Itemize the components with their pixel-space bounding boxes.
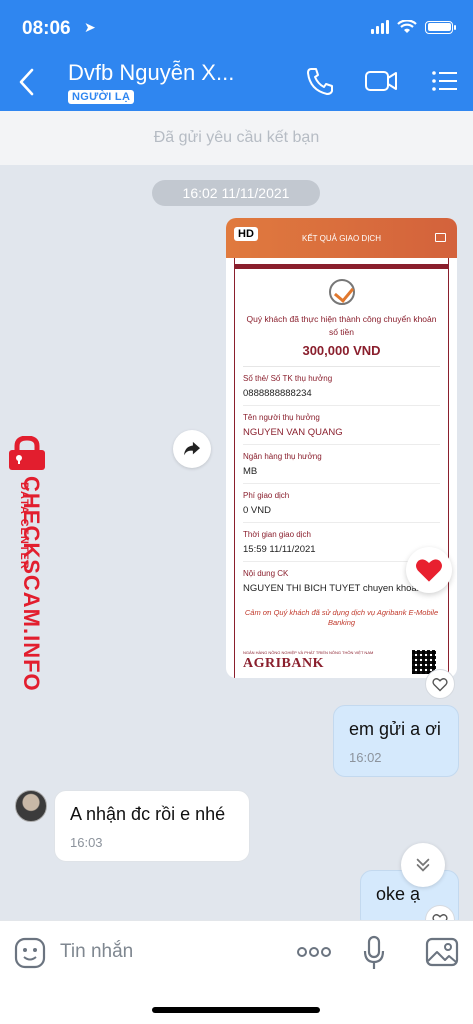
receipt-field: Tên người thụ hưởng NGUYEN VAN QUANG bbox=[243, 406, 440, 445]
receipt-title: KẾT QUẢ GIAO DỊCH bbox=[302, 233, 381, 243]
field-value: 0 VND bbox=[243, 505, 271, 516]
message-text: oke ạ bbox=[376, 884, 421, 904]
watermark-subtext: DATA CENTER bbox=[18, 482, 30, 570]
hd-badge: HD bbox=[234, 227, 258, 241]
status-indicators bbox=[371, 20, 456, 34]
field-value: NGUYEN VAN QUANG bbox=[243, 427, 343, 438]
transfer-amount: 300,000 VND bbox=[243, 343, 440, 367]
receipt-field: Số thẻ/ Số TK thụ hưởng 0888888888234 bbox=[243, 367, 440, 406]
signal-icon bbox=[371, 20, 389, 34]
contact-name[interactable]: Dvfb Nguyễn X... bbox=[68, 60, 234, 86]
field-label: Thời gian giao dịch bbox=[243, 530, 311, 539]
chat-header: 08:06 ➤ Dvfb Nguyễn X... NGƯỜI LẠ bbox=[0, 0, 473, 111]
friend-request-status: Đã gửi yêu cầu kết bạn bbox=[0, 111, 473, 165]
field-label: Số thẻ/ Số TK thụ hưởng bbox=[243, 374, 333, 383]
image-message[interactable]: HD KẾT QUẢ GIAO DỊCH Quý khách đã thực h… bbox=[226, 218, 457, 678]
scroll-to-bottom-button[interactable] bbox=[401, 843, 445, 887]
lock-icon bbox=[9, 436, 45, 470]
menu-list-icon[interactable] bbox=[431, 66, 459, 96]
field-label: Ngân hàng thụ hưởng bbox=[243, 452, 322, 461]
heart-outline-icon bbox=[432, 677, 448, 691]
sticker-icon[interactable] bbox=[14, 937, 46, 969]
success-text: Quý khách đã thực hiện thành công chuyển… bbox=[246, 314, 437, 337]
location-arrow-icon: ➤ bbox=[84, 19, 96, 35]
react-button[interactable] bbox=[425, 669, 455, 699]
receipt-header: HD KẾT QUẢ GIAO DỊCH bbox=[226, 218, 457, 258]
microphone-icon[interactable] bbox=[362, 935, 386, 971]
message-text: em gửi a ơi bbox=[349, 719, 441, 739]
status-time: 08:06 bbox=[22, 18, 71, 39]
phone-call-icon[interactable] bbox=[305, 66, 333, 96]
message-bubble-outgoing[interactable]: em gửi a ơi 16:02 bbox=[333, 705, 459, 777]
gallery-icon[interactable] bbox=[425, 937, 459, 967]
bank-full-name: NGÂN HÀNG NÔNG NGHIỆP VÀ PHÁT TRIỂN NÔNG… bbox=[243, 650, 374, 655]
message-time: 16:02 bbox=[349, 750, 382, 765]
message-time: 16:03 bbox=[70, 835, 103, 850]
bank-footer: NGÂN HÀNG NÔNG NGHIỆP VÀ PHÁT TRIỂN NÔNG… bbox=[243, 650, 440, 674]
battery-icon bbox=[425, 20, 456, 34]
thanks-note: Cảm ơn Quý khách đã sử dụng dịch vụ Agri… bbox=[244, 608, 439, 627]
field-label: Phí giao dịch bbox=[243, 491, 290, 500]
field-value: 15:59 11/11/2021 bbox=[243, 544, 316, 555]
forward-button[interactable] bbox=[173, 430, 211, 468]
stranger-badge: NGƯỜI LẠ bbox=[68, 90, 135, 104]
message-timestamp: 16:02 11/11/2021 bbox=[152, 180, 320, 206]
bank-logo: AGRIBANK bbox=[243, 656, 325, 671]
receipt-body: Quý khách đã thực hiện thành công chuyển… bbox=[234, 258, 449, 678]
message-text: A nhận đc rồi e nhé bbox=[70, 804, 226, 824]
message-input[interactable]: Tin nhắn bbox=[60, 941, 133, 963]
home-indicator bbox=[152, 1007, 320, 1013]
heart-icon bbox=[416, 559, 442, 582]
image-icon bbox=[435, 233, 446, 242]
more-options-icon[interactable] bbox=[296, 945, 332, 959]
receipt-field: Ngân hàng thụ hưởng MB bbox=[243, 445, 440, 484]
message-bubble-incoming[interactable]: A nhận đc rồi e nhé 16:03 bbox=[54, 790, 250, 862]
success-check-icon bbox=[328, 279, 355, 305]
field-value: 0888888888234 bbox=[243, 388, 312, 399]
back-button[interactable] bbox=[14, 64, 42, 100]
field-value: MB bbox=[243, 466, 258, 477]
reaction-heart-button[interactable] bbox=[406, 547, 452, 593]
receipt-field: Phí giao dịch 0 VND bbox=[243, 484, 440, 523]
avatar[interactable] bbox=[15, 790, 47, 822]
double-chevron-down-icon bbox=[416, 858, 430, 872]
share-arrow-icon bbox=[184, 441, 200, 456]
video-call-icon[interactable] bbox=[364, 66, 398, 96]
field-label: Tên người thụ hưởng bbox=[243, 413, 320, 422]
wifi-icon bbox=[397, 20, 417, 33]
